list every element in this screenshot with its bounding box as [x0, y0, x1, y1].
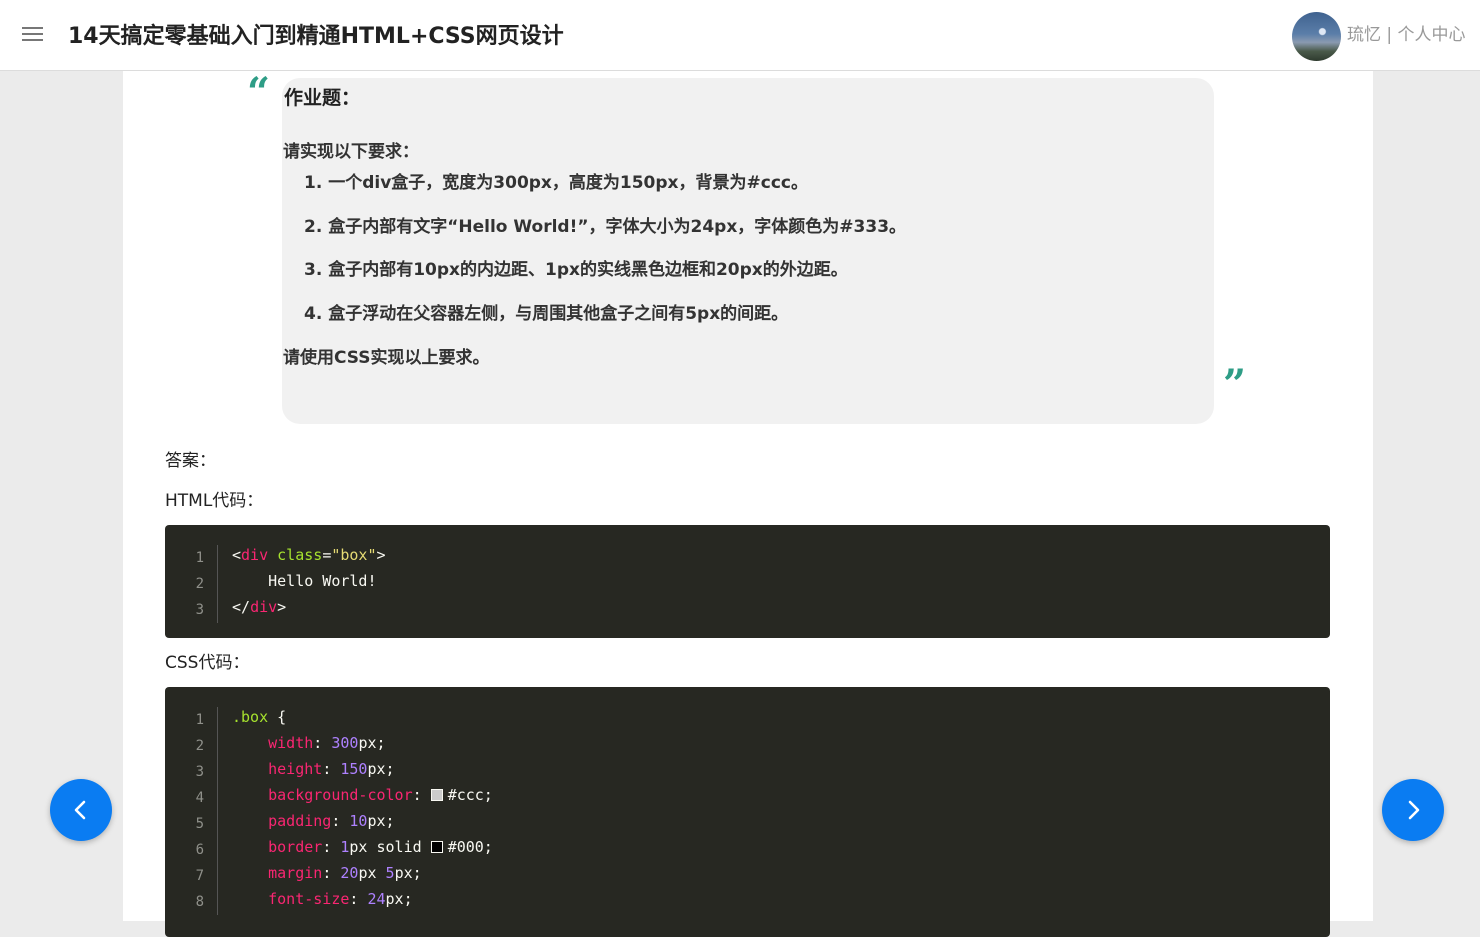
- requirement-item-2: 2. 盒子内部有文字“Hello World!”，字体大小为24px，字体颜色为…: [304, 217, 907, 237]
- code-line: height: 150px;: [268, 760, 395, 778]
- html-code-block[interactable]: 1 2 3 <div class="box"> Hello World! </d…: [165, 525, 1330, 638]
- chevron-right-icon: [1408, 800, 1420, 820]
- code-line: .box {: [232, 708, 287, 726]
- answer-label: 答案：: [165, 451, 216, 471]
- code-line: background-color: #ccc;: [268, 786, 493, 804]
- code-line: margin: 20px 5px;: [268, 864, 422, 882]
- code-line: border: 1px solid #000;: [268, 838, 493, 856]
- code-line: font-size: 24px;: [268, 890, 413, 908]
- line-number: 6: [195, 842, 204, 858]
- line-number: 7: [195, 868, 204, 884]
- user-links: 琉忆 | 个人中心: [1347, 20, 1466, 45]
- color-swatch-icon: [430, 841, 443, 853]
- line-number: 3: [195, 764, 204, 780]
- line-number: 1: [195, 550, 204, 566]
- code-line: <div class="box">: [232, 546, 386, 564]
- code-line: Hello World!: [232, 572, 377, 590]
- homework-quote-box: [282, 78, 1214, 424]
- requirements-outro: 请使用CSS实现以上要求。: [283, 348, 490, 368]
- requirements-intro: 请实现以下要求：: [283, 142, 419, 162]
- next-page-button[interactable]: [1382, 779, 1444, 841]
- close-quote-icon: ”: [1223, 361, 1247, 408]
- line-number-gutter: 1 2 3: [165, 545, 218, 623]
- requirement-item-4: 4. 盒子浮动在父容器左侧，与周围其他盒子之间有5px的间距。: [304, 304, 789, 324]
- requirement-item-3: 3. 盒子内部有10px的内边距、1px的实线黑色边框和20px的外边距。: [304, 260, 848, 280]
- line-number-gutter: 1 2 3 4 5 6 7 8: [165, 707, 218, 915]
- user-links-separator: |: [1381, 25, 1398, 45]
- avatar[interactable]: [1292, 12, 1341, 61]
- line-number: 5: [195, 816, 204, 832]
- line-number: 1: [195, 712, 204, 728]
- line-number: 2: [195, 738, 204, 754]
- code-line: width: 300px;: [268, 734, 386, 752]
- css-code-block[interactable]: 1 2 3 4 5 6 7 8 .box { width: 300px; height: 15…: [165, 687, 1330, 937]
- code-line: padding: 10px;: [268, 812, 395, 830]
- code-line: </div>: [232, 598, 287, 616]
- previous-page-button[interactable]: [50, 779, 112, 841]
- homework-title: 作业题：: [284, 87, 361, 109]
- open-quote-icon: “: [247, 69, 271, 116]
- user-center-link[interactable]: 个人中心: [1398, 25, 1466, 45]
- line-number: 4: [195, 790, 204, 806]
- chevron-left-icon: [74, 800, 86, 820]
- page-title: 14天搞定零基础入门到精通HTML+CSS网页设计: [68, 24, 564, 49]
- color-swatch-icon: [430, 789, 443, 801]
- user-name-link[interactable]: 琉忆: [1347, 25, 1381, 45]
- line-number: 8: [195, 894, 204, 910]
- article-content: “ 作业题： 请实现以下要求： 1. 一个div盒子，宽度为300px，高度为1…: [123, 69, 1373, 937]
- requirement-item-1: 1. 一个div盒子，宽度为300px，高度为150px，背景为#ccc。: [304, 173, 808, 193]
- line-number: 3: [195, 602, 204, 618]
- css-code-label: CSS代码：: [165, 653, 250, 673]
- line-number: 2: [195, 576, 204, 592]
- hamburger-menu-icon[interactable]: [22, 26, 44, 44]
- top-bar: 14天搞定零基础入门到精通HTML+CSS网页设计 琉忆 | 个人中心: [0, 0, 1480, 71]
- html-code-label: HTML代码：: [165, 491, 264, 511]
